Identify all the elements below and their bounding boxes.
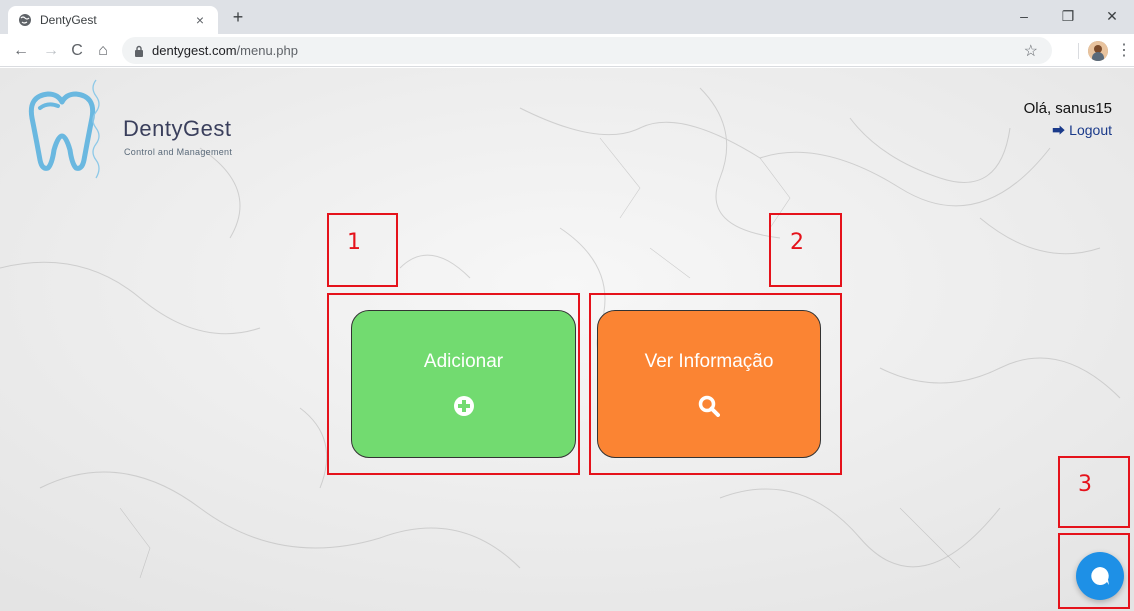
lock-icon [135,45,143,57]
plus-circle-icon [453,396,474,416]
chat-bubble-icon [1091,567,1109,585]
browser-menu-icon[interactable]: ⋮ [1116,40,1132,62]
page-content: DentyGest Control and Management Olá, sa… [0,68,1134,611]
tab-close-icon[interactable]: × [192,12,208,28]
add-button-label: Adicionar [423,351,504,372]
callout-number-1: 1 [347,230,361,255]
address-bar[interactable]: dentygest.com/menu.php ☆ [122,37,1052,64]
back-button[interactable]: ← [10,40,32,62]
dentygest-logo[interactable]: DentyGest Control and Management [18,78,248,183]
search-icon [698,395,720,417]
browser-tabstrip: DentyGest × + – ❐ ✕ [0,0,1134,34]
brand-tagline: Control and Management [124,147,233,157]
tab-title: DentyGest [40,13,97,27]
chat-widget-button[interactable] [1076,552,1124,600]
profile-avatar-icon[interactable] [1088,41,1108,61]
browser-tab[interactable]: DentyGest × [8,6,218,34]
url-path: /menu.php [236,43,298,58]
globe-icon [19,14,31,26]
callout-box-3-label [1058,456,1130,528]
url-host: dentygest.com [152,43,237,58]
browser-toolbar: ← → C ⌂ dentygest.com/menu.php ☆ ⋮ [0,34,1134,67]
logout-label: Logout [1069,121,1112,138]
reload-button[interactable]: C [66,40,88,62]
logout-link[interactable]: ⮕ Logout [1052,120,1112,139]
callout-number-3: 3 [1078,472,1092,497]
close-window-button[interactable]: ✕ [1094,4,1130,28]
logout-icon: ⮕ [1052,123,1066,138]
toolbar-divider [1078,43,1079,59]
bookmark-star-icon[interactable]: ☆ [1024,41,1038,61]
restore-button[interactable]: ❐ [1050,4,1086,28]
url-text: dentygest.com/menu.php [152,43,298,58]
callout-box-2-label [769,213,842,287]
callout-box-1-label [327,213,398,287]
view-info-button[interactable]: Ver Informação [597,310,821,458]
home-button[interactable]: ⌂ [92,40,114,62]
callout-number-2: 2 [790,230,804,255]
add-button[interactable]: Adicionar [351,310,576,458]
new-tab-button[interactable]: + [228,7,248,27]
forward-button[interactable]: → [40,40,62,62]
user-greeting: Olá, sanus15 [1023,100,1112,117]
minimize-button[interactable]: – [1006,4,1042,28]
view-info-button-label: Ver Informação [644,351,774,372]
brand-name: DentyGest [123,116,232,141]
